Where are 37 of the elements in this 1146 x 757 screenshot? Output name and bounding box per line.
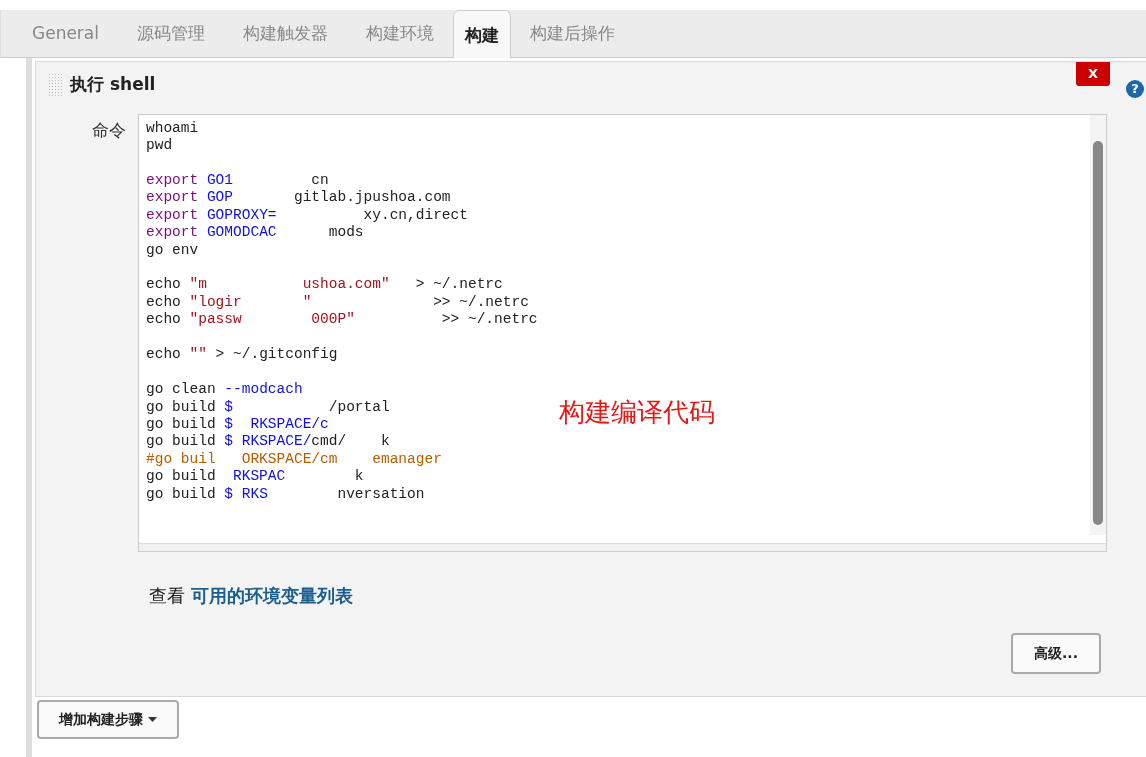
delete-button[interactable]: X (1075, 62, 1110, 86)
command-editor[interactable] (138, 113, 1107, 552)
code-line: export GOMODCAC mods (146, 224, 364, 242)
code-line: echo "m ushoa.com" > ~/.netrc (146, 276, 503, 294)
command-label: 命令 (91, 118, 127, 142)
code-line: go build RKSPAC k (146, 468, 364, 486)
code-line: go clean --modcach (146, 381, 303, 399)
code-line: echo "logir " >> ~/.netrc (146, 293, 529, 312)
code-line: export GOP gitlab.jpushoa.com (146, 189, 451, 207)
code-line: go build $ RKS nversation (146, 485, 425, 504)
code-line: pwd (146, 136, 173, 155)
code-line: whoami (146, 119, 199, 137)
scrollbar[interactable] (1090, 114, 1106, 535)
tab[interactable]: 构建环境 (347, 9, 453, 58)
advanced-button[interactable]: 高级... (1011, 632, 1101, 674)
code-line: export GO1 cn (146, 171, 329, 190)
resize-handle[interactable] (139, 542, 1106, 551)
code-line: go build $ RKSPACE/c (146, 415, 329, 434)
tab[interactable]: 构建触发器 (224, 9, 347, 58)
tab[interactable]: 源码管理 (118, 9, 224, 58)
tab[interactable]: 构建 (453, 9, 511, 58)
code-line: go build $ /portal (146, 398, 390, 416)
code-line: go env (146, 241, 199, 259)
code-line: echo "passw 000P" >> ~/.netrc (146, 311, 538, 329)
help-icon[interactable]: ? (1126, 80, 1144, 98)
env-vars-link[interactable]: 可用的环境变量列表 (190, 584, 353, 606)
step-title: 执行 shell (70, 73, 156, 96)
code-line: #go buil ORKSPACE/cm emanager (146, 450, 442, 469)
code-line: echo "" > ~/.gitconfig (146, 346, 338, 364)
annotation-text: 构建编译代码 (559, 395, 715, 429)
tab[interactable]: General (13, 9, 118, 58)
code-line: go build $ RKSPACE/cmd/ k (146, 433, 390, 451)
caret-icon (147, 717, 157, 723)
code-line: export GOPROXY= xy.cn,direct (146, 206, 468, 225)
add-build-step-button[interactable]: 增加构建步骤 (37, 700, 179, 739)
tab[interactable]: 构建后操作 (511, 9, 634, 58)
env-hint-text: 查看 (149, 584, 186, 606)
